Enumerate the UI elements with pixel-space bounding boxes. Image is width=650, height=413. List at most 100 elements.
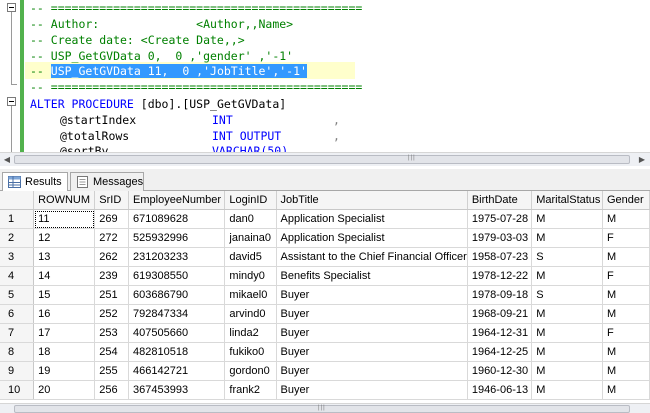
table-cell[interactable]: 15 [33,285,96,305]
table-cell[interactable]: M [531,342,603,362]
table-cell[interactable]: 671089628 [128,209,226,229]
table-cell[interactable]: linda2 [224,323,277,343]
code-line-5[interactable]: -- USP_GetGVData 11, 0 ,'JobTitle','-1' [30,63,307,80]
table-cell[interactable]: Buyer [276,361,468,381]
table-cell[interactable]: 1946-06-13 [467,380,533,400]
table-cell[interactable]: F [602,323,650,343]
table-cell[interactable]: 1960-12-30 [467,361,533,381]
table-cell[interactable]: M [602,342,650,362]
table-cell[interactable]: F [602,266,650,286]
results-grid[interactable]: ROWNUM SrID EmployeeNumber LoginID JobTi… [0,191,650,403]
table-cell[interactable]: 525932996 [128,228,226,248]
table-cell[interactable]: arvind0 [224,304,277,324]
table-row[interactable]: 6 16 252 792847334 arvind0 Buyer 1968-09-21 M M [0,304,650,324]
table-cell[interactable]: Buyer [276,380,468,400]
table-cell[interactable]: M [531,209,603,229]
collapse-procedure-icon[interactable] [7,97,16,106]
table-cell[interactable]: 16 [33,304,96,324]
row-header[interactable]: 6 [0,304,35,324]
column-header[interactable]: JobTitle [276,191,468,210]
table-cell[interactable]: 1958-07-23 [467,247,533,267]
table-cell[interactable]: Application Specialist [276,209,468,229]
grid-corner[interactable] [0,191,35,210]
table-cell[interactable]: 20 [33,380,96,400]
scroll-right-icon[interactable]: ▶ [637,155,647,165]
table-cell[interactable]: frank2 [224,380,277,400]
table-cell[interactable]: 17 [33,323,96,343]
table-cell[interactable]: Buyer [276,304,468,324]
table-cell[interactable]: Benefits Specialist [276,266,468,286]
row-header[interactable]: 8 [0,342,35,362]
table-cell[interactable]: 1968-09-21 [467,304,533,324]
table-cell[interactable]: 251 [94,285,130,305]
table-cell[interactable]: 18 [33,342,96,362]
editor-scroll-thumb[interactable] [14,155,630,164]
table-cell[interactable]: Application Specialist [276,228,468,248]
table-cell[interactable]: fukiko0 [224,342,277,362]
table-cell[interactable]: 262 [94,247,130,267]
table-cell[interactable]: M [602,380,650,400]
table-cell[interactable]: 13 [33,247,96,267]
tab-messages[interactable]: Messages [70,172,144,191]
code-line-1[interactable]: -- =====================================… [30,0,362,17]
code-line-3[interactable]: -- Create date: <Create Date,,> [30,32,245,49]
column-header[interactable]: Gender [602,191,650,210]
table-cell[interactable]: M [531,380,603,400]
table-row[interactable]: 3 13 262 231203233 david5 Assistant to the Ch… [0,247,650,267]
table-cell[interactable]: 367453993 [128,380,226,400]
row-header[interactable]: 2 [0,228,35,248]
table-cell[interactable]: 19 [33,361,96,381]
table-cell[interactable]: 603686790 [128,285,226,305]
row-header[interactable]: 7 [0,323,35,343]
column-header[interactable]: EmployeeNumber [128,191,226,210]
table-cell[interactable]: M [602,304,650,324]
table-cell[interactable]: gordon0 [224,361,277,381]
table-cell[interactable]: 407505660 [128,323,226,343]
table-cell[interactable]: 619308550 [128,266,226,286]
table-cell[interactable]: M [531,361,603,381]
table-cell[interactable]: dan0 [224,209,277,229]
table-cell[interactable]: Buyer [276,342,468,362]
code-line-6[interactable]: -- =====================================… [30,79,362,96]
table-cell[interactable]: M [602,285,650,305]
table-cell[interactable]: M [531,266,603,286]
table-row[interactable]: 9 19 255 466142721 gordon0 Buyer 1960-12-30 M M [0,361,650,381]
table-cell[interactable]: 231203233 [128,247,226,267]
table-cell[interactable]: Buyer [276,285,468,305]
collapse-comment-block-icon[interactable] [7,3,16,12]
table-cell[interactable]: M [602,361,650,381]
table-cell[interactable]: M [602,247,650,267]
sql-editor[interactable]: -- =====================================… [0,0,650,152]
table-cell[interactable]: 253 [94,323,130,343]
scroll-left-icon[interactable]: ◀ [2,155,12,165]
table-row[interactable]: 1 11 269 671089628 dan0 Application Specialis… [0,209,650,229]
table-cell[interactable]: Assistant to the Chief Financial Officer [276,247,468,267]
selected-text[interactable]: USP_GetGVData 11, 0 ,'JobTitle','-1' [50,64,307,78]
code-line-7[interactable]: ALTER PROCEDURE [dbo].[USP_GetGVData] [30,96,286,113]
column-header[interactable]: SrID [94,191,130,210]
table-cell[interactable]: 1964-12-31 [467,323,533,343]
tab-results[interactable]: Results [2,172,68,192]
row-header[interactable]: 5 [0,285,35,305]
row-header[interactable]: 9 [0,361,35,381]
row-header[interactable]: 10 [0,380,35,400]
row-header[interactable]: 3 [0,247,35,267]
table-cell[interactable]: mindy0 [224,266,277,286]
code-line-2[interactable]: -- Author: <Author,,Name> [30,16,293,33]
table-row[interactable]: 8 18 254 482810518 fukiko0 Buyer 1964-12-25 M M [0,342,650,362]
table-cell[interactable]: 12 [33,228,96,248]
table-cell[interactable]: 482810518 [128,342,226,362]
table-cell[interactable]: M [531,304,603,324]
row-header[interactable]: 4 [0,266,35,286]
table-cell[interactable]: F [602,228,650,248]
table-row[interactable]: 4 14 239 619308550 mindy0 Benefits Specialist… [0,266,650,286]
table-row[interactable]: 2 12 272 525932996 janaina0 Application Speci… [0,228,650,248]
table-cell[interactable]: 11 [33,209,96,229]
table-cell[interactable]: 1978-12-22 [467,266,533,286]
table-cell[interactable]: 269 [94,209,130,229]
column-header[interactable]: BirthDate [467,191,533,210]
table-cell[interactable]: 14 [33,266,96,286]
column-header[interactable]: LoginID [224,191,277,210]
column-header[interactable]: MaritalStatus [531,191,603,210]
table-cell[interactable]: M [531,323,603,343]
